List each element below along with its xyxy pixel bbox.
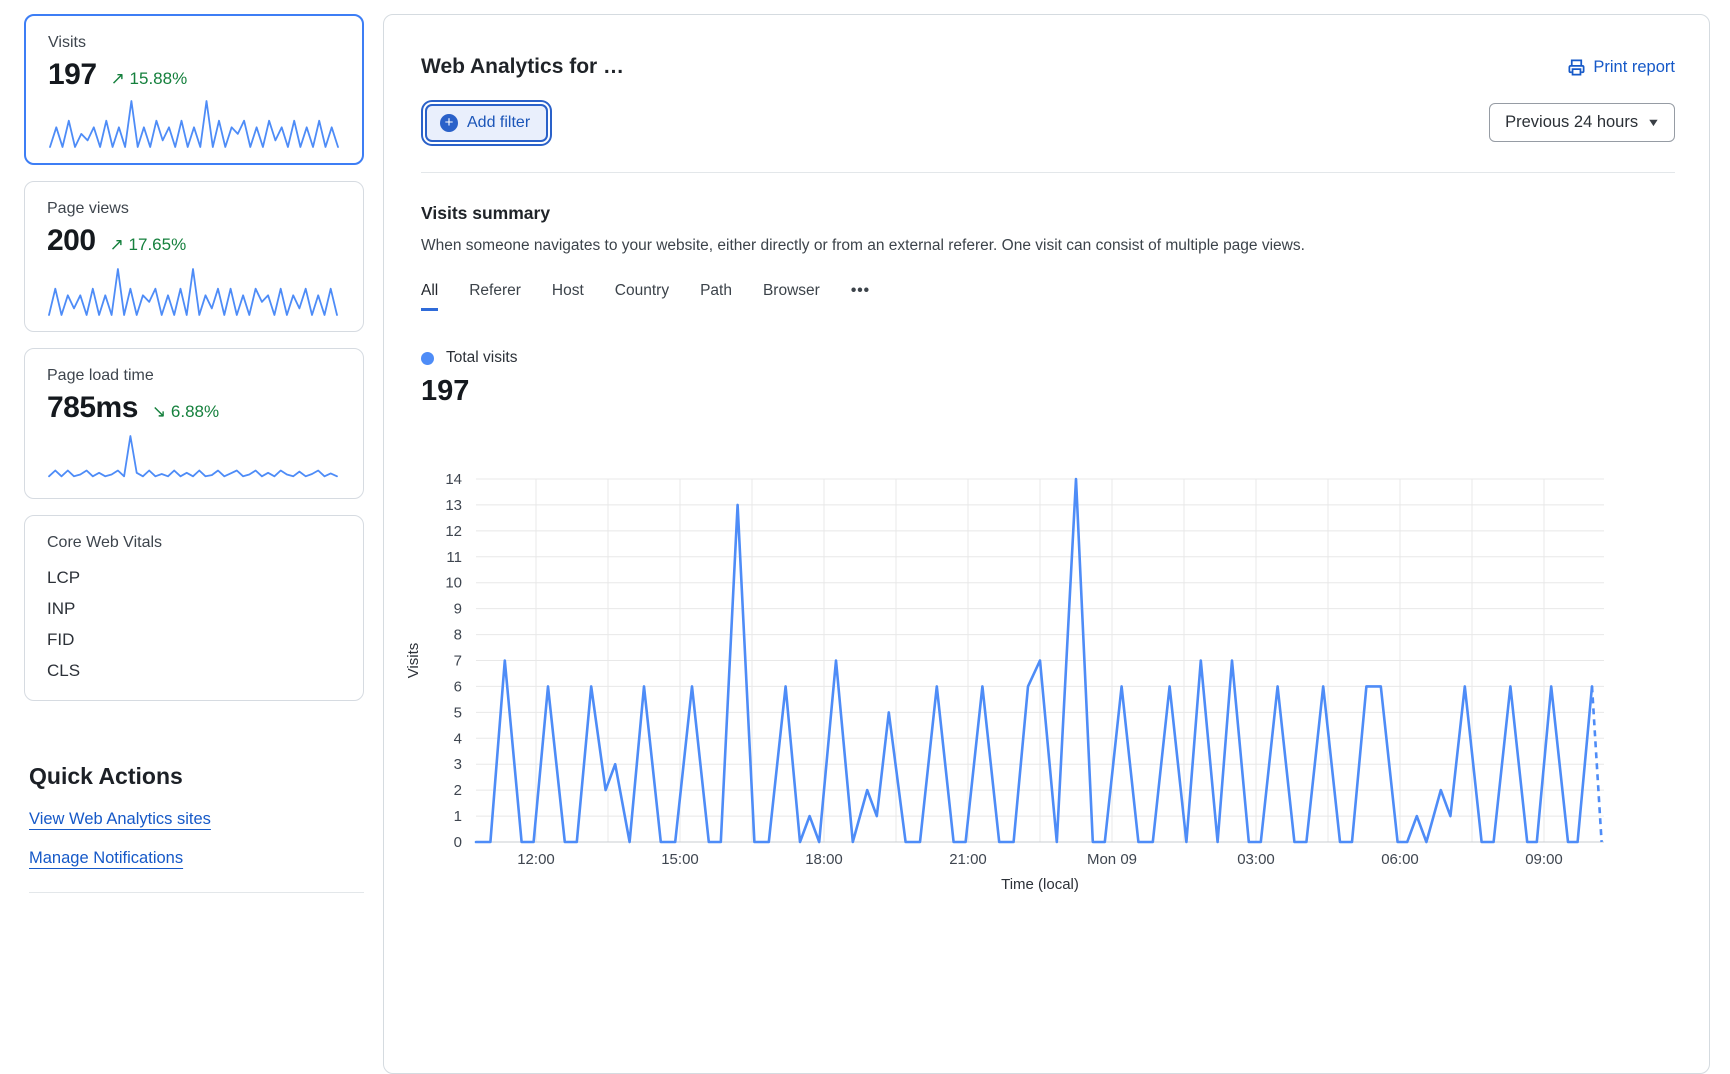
cwv-label: LCP bbox=[47, 568, 99, 588]
svg-text:09:00: 09:00 bbox=[1525, 851, 1563, 868]
svg-text:13: 13 bbox=[445, 497, 462, 514]
tabs-overflow-menu[interactable]: ••• bbox=[851, 282, 870, 311]
svg-text:7: 7 bbox=[454, 653, 462, 670]
metric-card-visits[interactable]: Visits 197 ↗ 15.88% bbox=[24, 14, 364, 165]
tab-browser[interactable]: Browser bbox=[763, 282, 820, 311]
web-analytics-panel: Web Analytics for … Print report + Add f… bbox=[383, 14, 1710, 1074]
tab-path[interactable]: Path bbox=[700, 282, 732, 311]
tab-country[interactable]: Country bbox=[615, 282, 669, 311]
summary-tabs: All Referer Host Country Path Browser ••… bbox=[421, 282, 1675, 311]
trend-up-indicator: ↗ 15.88% bbox=[111, 69, 188, 89]
trend-down-indicator: ↘ 6.88% bbox=[152, 402, 219, 422]
svg-text:18:00: 18:00 bbox=[805, 851, 843, 868]
add-filter-button[interactable]: + Add filter bbox=[425, 104, 548, 142]
visits-summary-title: Visits summary bbox=[421, 203, 1675, 224]
cwv-row-fid: FID bbox=[47, 630, 341, 650]
page-load-time-sparkline bbox=[45, 430, 341, 486]
time-range-label: Previous 24 hours bbox=[1505, 113, 1638, 132]
svg-text:1: 1 bbox=[454, 808, 462, 825]
metric-value: 200 bbox=[47, 224, 96, 258]
plus-circle-icon: + bbox=[440, 114, 458, 132]
printer-icon bbox=[1567, 58, 1586, 77]
metric-value: 785ms bbox=[47, 391, 138, 425]
trend-up-indicator: ↗ 17.65% bbox=[110, 235, 187, 255]
trend-value: 15.88% bbox=[130, 69, 188, 88]
sidebar-divider bbox=[29, 892, 364, 893]
cwv-label: FID bbox=[47, 630, 99, 650]
svg-text:12:00: 12:00 bbox=[517, 851, 555, 868]
visits-line-chart: 0123456789101112131412:0015:0018:0021:00… bbox=[384, 414, 1709, 919]
trend-value: 17.65% bbox=[129, 235, 187, 254]
tab-all[interactable]: All bbox=[421, 282, 438, 311]
core-web-vitals-card[interactable]: Core Web Vitals LCP INP FID CLS bbox=[24, 515, 364, 701]
tab-host[interactable]: Host bbox=[552, 282, 584, 311]
svg-text:12: 12 bbox=[445, 523, 462, 540]
total-visits-legend-dot-icon bbox=[421, 352, 434, 365]
svg-text:06:00: 06:00 bbox=[1381, 851, 1419, 868]
visits-chart-svg: 0123456789101112131412:0015:0018:0021:00… bbox=[384, 414, 1664, 914]
chart-legend: Total visits bbox=[421, 349, 1675, 367]
trend-up-arrow-icon: ↗ bbox=[111, 69, 125, 88]
tab-referer[interactable]: Referer bbox=[469, 282, 521, 311]
manage-notifications-link[interactable]: Manage Notifications bbox=[29, 849, 183, 868]
quick-actions-section: Quick Actions View Web Analytics sites M… bbox=[24, 763, 364, 893]
metric-label: Page load time bbox=[47, 367, 341, 385]
svg-text:Visits: Visits bbox=[405, 643, 422, 679]
metric-card-page-load-time[interactable]: Page load time 785ms ↘ 6.88% bbox=[24, 348, 364, 499]
visits-summary-description: When someone navigates to your website, … bbox=[421, 237, 1675, 255]
svg-text:03:00: 03:00 bbox=[1237, 851, 1275, 868]
svg-text:Mon 09: Mon 09 bbox=[1087, 851, 1137, 868]
svg-text:14: 14 bbox=[445, 471, 462, 488]
quick-actions-title: Quick Actions bbox=[29, 763, 364, 790]
page-views-sparkline bbox=[45, 263, 341, 319]
visits-sparkline bbox=[46, 95, 342, 151]
cwv-label: INP bbox=[47, 599, 99, 619]
metric-label: Visits bbox=[48, 34, 340, 52]
svg-text:8: 8 bbox=[454, 627, 462, 644]
trend-down-arrow-icon: ↘ bbox=[152, 402, 166, 421]
total-visits-legend-label: Total visits bbox=[446, 349, 518, 367]
svg-text:11: 11 bbox=[446, 549, 462, 566]
cwv-label: CLS bbox=[47, 661, 99, 681]
metric-value: 197 bbox=[48, 58, 97, 92]
time-range-dropdown[interactable]: Previous 24 hours ▼ bbox=[1489, 103, 1675, 142]
print-report-label: Print report bbox=[1593, 58, 1675, 77]
svg-text:4: 4 bbox=[454, 730, 462, 747]
metrics-sidebar: Visits 197 ↗ 15.88% Page views 200 ↗ 17.… bbox=[24, 14, 364, 893]
svg-text:2: 2 bbox=[454, 782, 462, 799]
svg-text:6: 6 bbox=[454, 678, 462, 695]
metric-card-page-views[interactable]: Page views 200 ↗ 17.65% bbox=[24, 181, 364, 332]
cwv-row-lcp: LCP bbox=[47, 568, 341, 588]
add-filter-label: Add filter bbox=[467, 114, 530, 132]
svg-text:5: 5 bbox=[454, 704, 462, 721]
cwv-row-inp: INP bbox=[47, 599, 341, 619]
trend-value: 6.88% bbox=[171, 402, 219, 421]
svg-text:21:00: 21:00 bbox=[949, 851, 987, 868]
svg-text:9: 9 bbox=[454, 601, 462, 618]
svg-text:Time (local): Time (local) bbox=[1001, 876, 1079, 893]
svg-text:3: 3 bbox=[454, 756, 462, 773]
metric-label: Page views bbox=[47, 200, 341, 218]
svg-text:10: 10 bbox=[445, 575, 462, 592]
print-report-link[interactable]: Print report bbox=[1567, 58, 1675, 77]
cwv-row-cls: CLS bbox=[47, 661, 341, 681]
total-visits-value: 197 bbox=[421, 375, 1675, 408]
chevron-down-icon: ▼ bbox=[1646, 117, 1660, 129]
svg-text:0: 0 bbox=[454, 834, 462, 851]
page-title: Web Analytics for … bbox=[421, 55, 624, 79]
trend-up-arrow-icon: ↗ bbox=[110, 235, 124, 254]
svg-text:15:00: 15:00 bbox=[661, 851, 699, 868]
view-web-analytics-sites-link[interactable]: View Web Analytics sites bbox=[29, 810, 211, 829]
core-web-vitals-title: Core Web Vitals bbox=[47, 534, 341, 552]
